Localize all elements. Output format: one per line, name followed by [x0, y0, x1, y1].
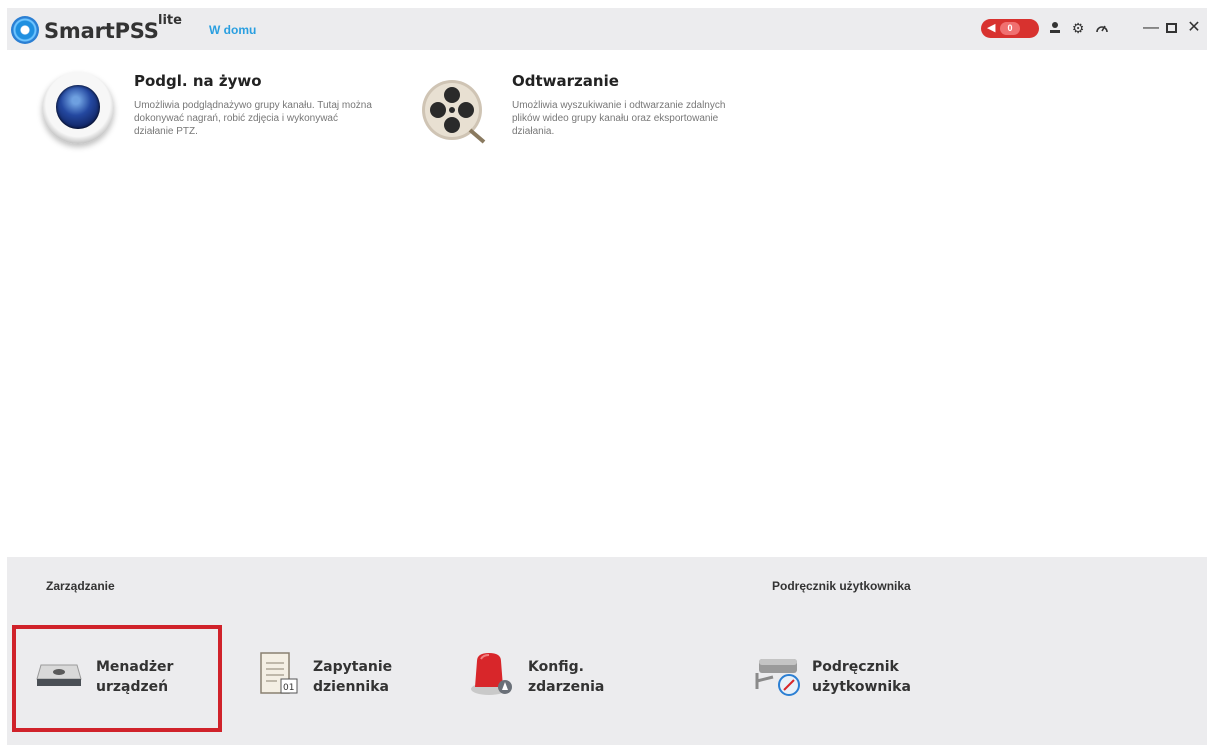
maximize-icon[interactable]: [1162, 17, 1180, 39]
app-logo-icon: [11, 16, 39, 44]
event-config-label-line2: zdarzenia: [528, 679, 605, 695]
svg-text:01: 01: [283, 683, 294, 693]
management-section-label: Zarządzanie: [46, 579, 115, 593]
tab-home[interactable]: W domu: [209, 23, 256, 37]
close-icon[interactable]: ✕: [1185, 17, 1203, 39]
log-query-button[interactable]: 01 Zapytanie dziennika: [257, 649, 437, 705]
live-view-icon: [42, 72, 114, 144]
user-manual-label-line1: Podręcznik: [812, 659, 899, 675]
user-manual-label-line2: użytkownika: [812, 679, 911, 695]
device-manager-icon: [35, 651, 83, 696]
log-query-label-line2: dziennika: [313, 679, 389, 695]
alarm-count-badge: 0: [1000, 22, 1020, 35]
playback-title: Odtwarzanie: [512, 72, 619, 90]
log-document-icon: 01: [257, 651, 301, 702]
user-manual-button[interactable]: Podręcznik użytkownika: [753, 649, 953, 705]
event-config-label-line1: Konfig.: [528, 659, 584, 675]
film-reel-icon: [418, 74, 490, 146]
alarm-siren-icon: [469, 651, 517, 704]
log-query-label: Zapytanie dziennika: [313, 657, 392, 697]
alarm-icon: ◀: [987, 22, 996, 34]
speedometer-icon[interactable]: [1093, 17, 1111, 39]
camera-compass-icon: [753, 651, 805, 704]
live-view-description: Umożliwia podglądnażywo grupy kanału. Tu…: [134, 100, 372, 137]
management-panel: Zarządzanie Podręcznik użytkownika Menad…: [7, 557, 1207, 745]
live-view-title: Podgl. na żywo: [134, 72, 262, 90]
user-manual-label: Podręcznik użytkownika: [812, 657, 911, 697]
event-config-label: Konfig. zdarzenia: [528, 657, 604, 697]
app-name: SmartPSS: [44, 19, 159, 43]
playback-tile[interactable]: Odtwarzanie Umożliwia wyszukiwanie i odt…: [418, 66, 778, 156]
playback-description: Umożliwia wyszukiwanie i odtwarzanie zda…: [512, 100, 726, 137]
alarm-button[interactable]: ◀ 0: [981, 19, 1039, 38]
user-manual-section-label: Podręcznik użytkownika: [772, 579, 911, 593]
gear-icon[interactable]: ⚙: [1069, 17, 1087, 39]
device-manager-label-line1: Menadżer: [96, 659, 174, 675]
log-query-label-line1: Zapytanie: [313, 659, 393, 675]
live-view-tile[interactable]: Podgl. na żywo Umożliwia podglądnażywo g…: [40, 66, 390, 156]
app-edition: lite: [158, 13, 182, 28]
event-config-button[interactable]: Konfig. zdarzenia: [469, 649, 659, 705]
device-manager-label-line2: urządzeń: [96, 679, 169, 695]
device-manager-button[interactable]: Menadżer urządzeń: [35, 649, 205, 705]
user-icon[interactable]: [1046, 17, 1064, 39]
device-manager-label: Menadżer urządzeń: [96, 657, 173, 697]
minimize-icon[interactable]: —: [1142, 17, 1160, 39]
title-bar: SmartPSS lite W domu ◀ 0 ⚙ — ✕: [7, 8, 1207, 50]
